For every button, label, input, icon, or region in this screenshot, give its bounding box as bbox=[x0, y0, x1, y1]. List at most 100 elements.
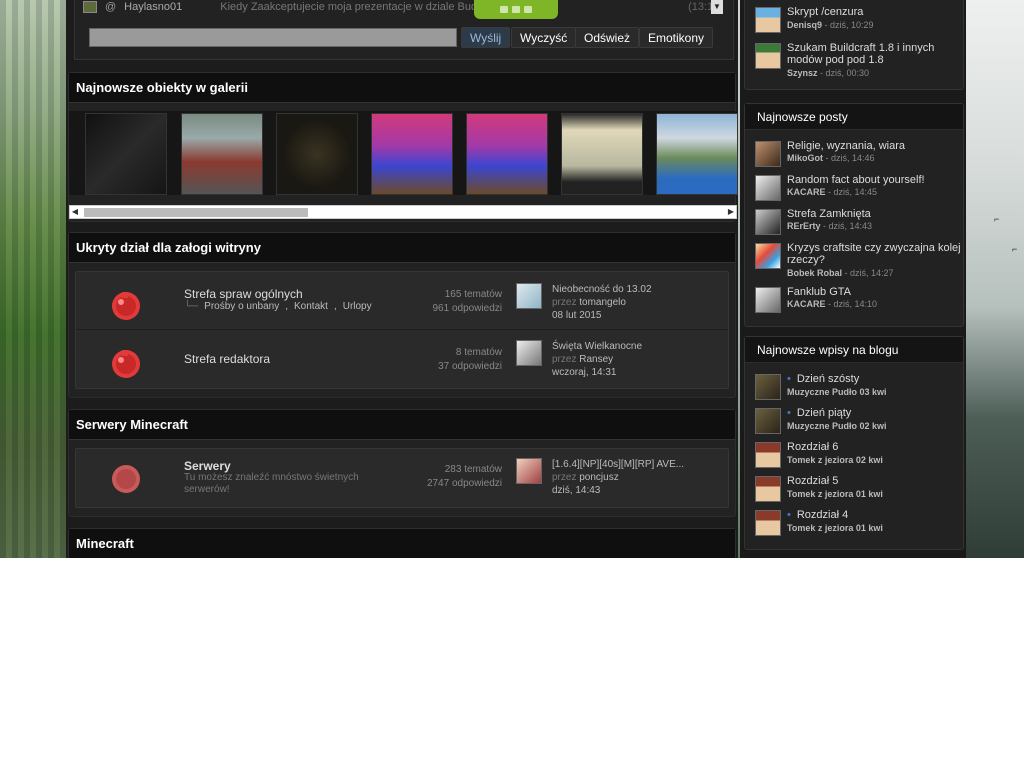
post-title[interactable]: Kryzys craftsite czy zwyczajna kolej rze… bbox=[787, 242, 961, 266]
last-post-title[interactable]: Nieobecność do 13.02 bbox=[552, 283, 732, 296]
forum-title[interactable]: Strefa redaktora bbox=[184, 352, 270, 366]
scroll-left-icon[interactable]: ◀ bbox=[70, 206, 80, 218]
blog-title[interactable]: Dzień piąty bbox=[787, 407, 851, 419]
clear-button[interactable]: Wyczyść bbox=[511, 27, 577, 48]
last-post-date: 08 lut 2015 bbox=[552, 310, 602, 321]
avatar[interactable] bbox=[516, 340, 542, 366]
last-post-title[interactable]: Święta Wielkanocne bbox=[552, 340, 732, 353]
scroll-down-icon[interactable]: ▼ bbox=[711, 0, 723, 14]
avatar[interactable] bbox=[755, 7, 781, 33]
post-user[interactable]: KACARE bbox=[787, 299, 826, 309]
forum-read-icon bbox=[112, 465, 140, 493]
post-user[interactable]: KACARE bbox=[787, 187, 826, 197]
sidebar-topic[interactable]: Szukam Buildcraft 1.8 i innych modów pod… bbox=[745, 40, 963, 80]
avatar[interactable] bbox=[755, 43, 781, 69]
blog-item[interactable]: Dzień szósty Muzyczne Pudło 03 kwi bbox=[745, 371, 963, 405]
avatar[interactable] bbox=[755, 442, 781, 468]
avatar[interactable] bbox=[755, 287, 781, 313]
forum-title[interactable]: Serwery bbox=[184, 459, 231, 473]
last-post-date: wczoraj, 14:31 bbox=[552, 367, 617, 378]
post-date: dziś, 14:45 bbox=[833, 187, 878, 197]
blog-item[interactable]: Dzień piąty Muzyczne Pudło 02 kwi bbox=[745, 405, 963, 439]
post-title[interactable]: Strefa Zamknięta bbox=[787, 208, 961, 220]
avatar[interactable] bbox=[755, 408, 781, 434]
post-title[interactable]: Random fact about yourself! bbox=[787, 174, 961, 186]
bird-icon: ⌐ bbox=[1012, 244, 1018, 254]
scroll-right-icon[interactable]: ▶ bbox=[726, 206, 736, 218]
post-title[interactable]: Fanklub GTA bbox=[787, 286, 961, 298]
blog-item[interactable]: Rozdział 5 Tomek z jeziora 01 kwi bbox=[745, 473, 963, 507]
subforum-link[interactable]: Kontakt bbox=[294, 301, 328, 312]
last-post-user[interactable]: Ransey bbox=[579, 354, 613, 365]
avatar[interactable] bbox=[516, 283, 542, 309]
gallery-thumbnail[interactable] bbox=[561, 113, 643, 195]
emoticons-button[interactable]: Emotikony bbox=[639, 27, 714, 48]
blog-meta: Tomek z jeziora 02 kwi bbox=[787, 455, 883, 465]
blog-title[interactable]: Rozdział 6 bbox=[787, 441, 838, 453]
gallery-thumbnail[interactable] bbox=[371, 113, 453, 195]
subforum-arrow-icon: └─ bbox=[184, 301, 199, 312]
topic-title[interactable]: Szukam Buildcraft 1.8 i innych modów pod… bbox=[787, 42, 961, 66]
shoutbox-toggle-tab[interactable] bbox=[474, 0, 558, 19]
topic-user[interactable]: Szynsz bbox=[787, 68, 818, 78]
last-post-user[interactable]: poncjusz bbox=[579, 472, 618, 483]
message-user[interactable]: Haylasno01 bbox=[124, 1, 182, 13]
blog-meta: Muzyczne Pudło 02 kwi bbox=[787, 421, 887, 431]
avatar[interactable] bbox=[516, 458, 542, 484]
gallery-thumbnail[interactable] bbox=[656, 113, 738, 195]
sidebar-topic[interactable]: Skrypt /cenzura Denisq9 - dziś, 10:29 bbox=[745, 4, 963, 38]
gallery-thumbnail[interactable] bbox=[181, 113, 263, 195]
chat-message-input[interactable] bbox=[89, 28, 457, 47]
horizontal-scrollbar[interactable]: ◀ ▶ bbox=[69, 205, 737, 219]
post-item[interactable]: Strefa Zamknięta RErErty - dziś, 14:43 bbox=[745, 206, 963, 240]
refresh-button[interactable]: Odśwież bbox=[575, 27, 640, 48]
forum-title[interactable]: Strefa spraw ogólnych bbox=[184, 287, 303, 301]
post-user[interactable]: Bobek Robal bbox=[787, 268, 842, 278]
avatar[interactable] bbox=[755, 141, 781, 167]
topic-count: 8 tematów bbox=[455, 347, 502, 358]
subforum-link[interactable]: Prośby o unbany bbox=[204, 301, 279, 312]
blog-title[interactable]: Rozdział 5 bbox=[787, 475, 838, 487]
avatar[interactable] bbox=[755, 209, 781, 235]
avatar[interactable] bbox=[755, 476, 781, 502]
gallery-thumbnail[interactable] bbox=[276, 113, 358, 195]
post-title[interactable]: Religie, wyznania, wiara bbox=[787, 140, 961, 152]
shoutbox-message: @ Haylasno01 Kiedy Zaakceptujecie moja p… bbox=[83, 0, 723, 14]
minecraft-section: Minecraft bbox=[68, 528, 736, 558]
topic-title[interactable]: Skrypt /cenzura bbox=[787, 6, 961, 18]
post-item[interactable]: Religie, wyznania, wiara MikoGot - dziś,… bbox=[745, 138, 963, 172]
avatar[interactable] bbox=[755, 175, 781, 201]
post-user[interactable]: RErErty bbox=[787, 221, 821, 231]
last-post-title[interactable]: [1.6.4][NP][40s][M][RP] AVE... bbox=[552, 458, 732, 471]
post-date: dziś, 14:46 bbox=[831, 153, 875, 163]
last-post-date: dziś, 14:43 bbox=[552, 485, 601, 496]
gallery-thumbnail[interactable] bbox=[466, 113, 548, 195]
avatar[interactable] bbox=[755, 374, 781, 400]
post-item[interactable]: Random fact about yourself! KACARE - dzi… bbox=[745, 172, 963, 206]
scrollbar-thumb[interactable] bbox=[84, 208, 308, 217]
avatar[interactable] bbox=[755, 510, 781, 536]
post-user[interactable]: MikoGot bbox=[787, 153, 823, 163]
blog-meta: Tomek z jeziora 01 kwi bbox=[787, 489, 883, 499]
last-post-user[interactable]: tomangelo bbox=[579, 297, 626, 308]
post-item[interactable]: Fanklub GTA KACARE - dziś, 14:10 bbox=[745, 284, 963, 318]
gallery-thumbnail[interactable] bbox=[85, 113, 167, 195]
blog-item[interactable]: Rozdział 4 Tomek z jeziora 01 kwi bbox=[745, 507, 963, 541]
by-label: przez bbox=[552, 297, 577, 308]
blog-title[interactable]: Dzień szósty bbox=[787, 373, 859, 385]
message-text: Kiedy Zaakceptujecie moja prezentacje w … bbox=[220, 1, 492, 13]
send-button[interactable]: Wyślij bbox=[461, 27, 511, 48]
blog-meta: Tomek z jeziora 01 kwi bbox=[787, 523, 883, 533]
forum-list: Serwery Tu możesz znaleźć mnóstwo świetn… bbox=[75, 448, 729, 508]
topic-user[interactable]: Denisq9 bbox=[787, 20, 822, 30]
avatar[interactable] bbox=[755, 243, 781, 269]
blog-title[interactable]: Rozdział 4 bbox=[787, 509, 848, 521]
forum-list: Strefa spraw ogólnych └─ Prośby o unbany… bbox=[75, 271, 729, 389]
box-title: Najnowsze wpisy na blogu bbox=[745, 337, 963, 363]
section-title: Najnowsze obiekty w galerii bbox=[69, 73, 735, 103]
subforum-link[interactable]: Urlopy bbox=[343, 301, 372, 312]
topic-date: dziś, 00:30 bbox=[825, 68, 870, 78]
forum-unread-icon bbox=[112, 350, 140, 378]
post-item[interactable]: Kryzys craftsite czy zwyczajna kolej rze… bbox=[745, 240, 963, 284]
blog-item[interactable]: Rozdział 6 Tomek z jeziora 02 kwi bbox=[745, 439, 963, 473]
